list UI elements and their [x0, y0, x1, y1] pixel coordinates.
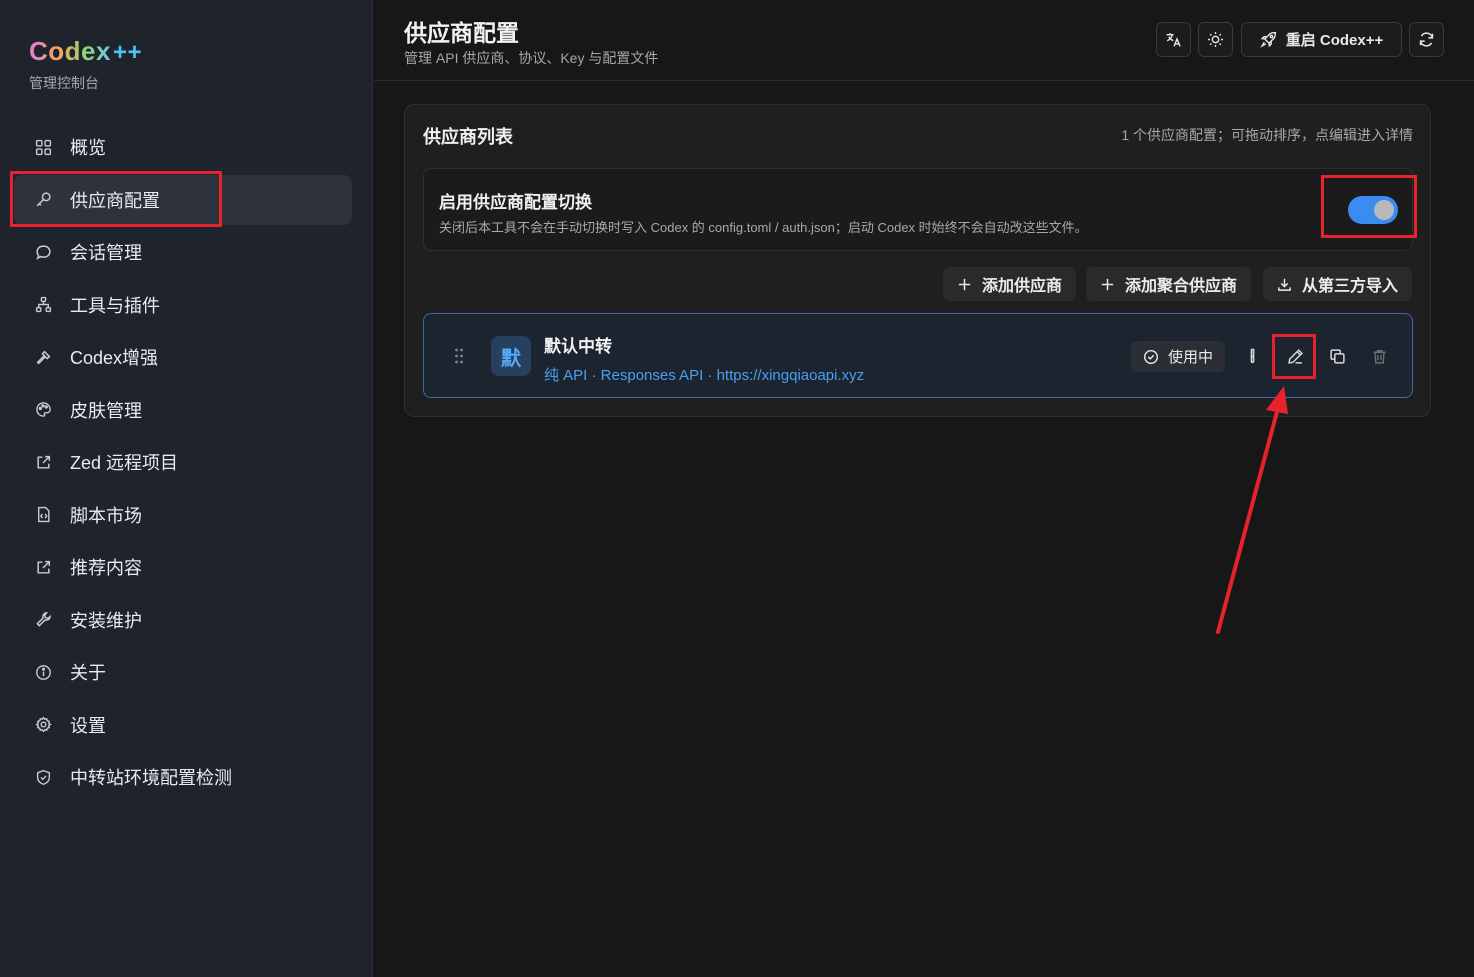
add-aggregate-provider-button[interactable]: 添加聚合供应商 — [1086, 267, 1252, 301]
brand-logo: Codex ++ — [29, 36, 142, 67]
sidebar-item-label: 关于 — [70, 663, 106, 683]
sidebar-item-zed-remote[interactable]: Zed 远程项目 — [14, 437, 352, 487]
info-icon — [34, 663, 52, 681]
sidebar-item-overview[interactable]: 概览 — [14, 122, 352, 172]
sidebar-item-providers[interactable]: 供应商配置 — [14, 174, 352, 225]
trash-icon[interactable] — [1369, 346, 1389, 366]
add-provider-label: 添加供应商 — [982, 278, 1063, 295]
sun-icon — [1207, 31, 1224, 48]
wrench-icon — [34, 611, 52, 629]
sidebar-item-skins[interactable]: 皮肤管理 — [14, 385, 352, 435]
file-code-icon — [34, 506, 52, 524]
sidebar-item-maintenance[interactable]: 安装维护 — [14, 595, 352, 645]
sidebar-nav: 概览 供应商配置 会话管理 工具与插件 Codex增强 皮肤管理 Zed 远程项… — [14, 122, 352, 805]
theme-toggle-button[interactable] — [1198, 22, 1233, 57]
hierarchy-icon — [34, 296, 52, 314]
sidebar-item-label: 会话管理 — [70, 243, 142, 263]
plus-icon — [957, 277, 982, 292]
sidebar-item-tools[interactable]: 工具与插件 — [14, 280, 352, 330]
translate-icon — [1165, 31, 1182, 48]
sidebar-item-label: Codex增强 — [70, 348, 159, 368]
external-link-icon — [34, 558, 52, 576]
refresh-icon — [1418, 31, 1435, 48]
add-aggregate-label: 添加聚合供应商 — [1125, 278, 1238, 295]
sidebar-item-label: 安装维护 — [70, 610, 142, 631]
shield-check-icon — [34, 768, 52, 786]
page-subtitle: 管理 API 供应商、协议、Key 与配置文件 — [404, 50, 659, 66]
chat-bubble-icon — [34, 243, 52, 261]
card-hint: 1 个供应商配置；可拖动排序，点编辑进入详情 — [1121, 127, 1413, 143]
test-tube-icon[interactable] — [1242, 346, 1262, 366]
rocket-icon — [1260, 31, 1286, 48]
sidebar-item-label: 中转站环境配置检测 — [70, 768, 232, 788]
brand-name: Codex — [29, 36, 111, 66]
card-title: 供应商列表 — [423, 127, 513, 147]
add-provider-button[interactable]: 添加供应商 — [943, 267, 1077, 301]
sidebar-item-label: 概览 — [70, 138, 106, 158]
sidebar-item-label: 供应商配置 — [70, 190, 160, 211]
page-title: 供应商配置 — [404, 20, 519, 46]
drag-handle-icon[interactable] — [454, 347, 464, 365]
sidebar-item-label: 推荐内容 — [70, 558, 142, 578]
provider-avatar: 默 — [491, 336, 531, 376]
download-icon — [1277, 277, 1302, 292]
sidebar-item-codex-enhance[interactable]: Codex增强 — [14, 332, 352, 382]
edit-pencil-icon[interactable] — [1285, 346, 1305, 366]
provider-switch-toggle[interactable] — [1348, 196, 1398, 224]
palette-icon — [34, 401, 52, 419]
import-third-party-button[interactable]: 从第三方导入 — [1263, 267, 1413, 301]
restart-label: 重启 Codex++ — [1285, 32, 1384, 49]
toggle-knob — [1374, 200, 1394, 220]
app-window: Codex ++ 管理控制台 概览 供应商配置 会话管理 工具与插件 Codex… — [0, 0, 1474, 977]
sidebar-item-relay-check[interactable]: 中转站环境配置检测 — [14, 752, 352, 802]
key-icon — [34, 191, 52, 209]
hammer-icon — [34, 348, 52, 366]
sidebar-item-label: 皮肤管理 — [70, 400, 142, 421]
copy-icon[interactable] — [1327, 346, 1347, 366]
external-link-icon — [34, 453, 52, 471]
sidebar: Codex ++ 管理控制台 概览 供应商配置 会话管理 工具与插件 Codex… — [0, 0, 373, 977]
sidebar-item-about[interactable]: 关于 — [14, 647, 352, 697]
sidebar-item-recommended[interactable]: 推荐内容 — [14, 542, 352, 592]
provider-name: 默认中转 — [544, 337, 612, 356]
language-button[interactable] — [1156, 22, 1191, 57]
sidebar-item-script-market[interactable]: 脚本市场 — [14, 490, 352, 540]
sidebar-item-label: 工具与插件 — [70, 295, 160, 316]
brand: Codex ++ 管理控制台 — [29, 36, 142, 93]
grid-icon — [34, 138, 52, 156]
provider-list-card: 供应商列表 1 个供应商配置；可拖动排序，点编辑进入详情 启用供应商配置切换 关… — [404, 104, 1431, 417]
sidebar-item-label: 脚本市场 — [70, 505, 142, 526]
refresh-button[interactable] — [1409, 22, 1444, 57]
in-use-label: 使用中 — [1168, 349, 1214, 366]
gear-icon — [34, 716, 52, 734]
import-label: 从第三方导入 — [1302, 278, 1399, 295]
switch-title: 启用供应商配置切换 — [439, 193, 592, 212]
sidebar-item-label: 设置 — [70, 715, 106, 736]
in-use-badge[interactable]: 使用中 — [1131, 341, 1226, 372]
check-circle-icon — [1143, 349, 1168, 365]
sidebar-item-label: Zed 远程项目 — [70, 453, 179, 473]
provider-meta: 纯 API · Responses API · https://xingqiao… — [544, 367, 865, 384]
page-header: 供应商配置 管理 API 供应商、协议、Key 与配置文件 重启 Codex++ — [374, 0, 1474, 81]
brand-subtitle: 管理控制台 — [29, 75, 99, 91]
provider-switch-panel: 启用供应商配置切换 关闭后本工具不会在手动切换时写入 Codex 的 confi… — [423, 168, 1413, 251]
sidebar-item-settings[interactable]: 设置 — [14, 700, 352, 750]
switch-description: 关闭后本工具不会在手动切换时写入 Codex 的 config.toml / a… — [439, 220, 1088, 235]
brand-plus: ++ — [112, 39, 142, 66]
plus-icon — [1100, 277, 1125, 292]
provider-row[interactable]: 默 默认中转 纯 API · Responses API · https://x… — [423, 313, 1413, 398]
restart-codex-button[interactable]: 重启 Codex++ — [1241, 22, 1402, 57]
sidebar-item-sessions[interactable]: 会话管理 — [14, 227, 352, 277]
